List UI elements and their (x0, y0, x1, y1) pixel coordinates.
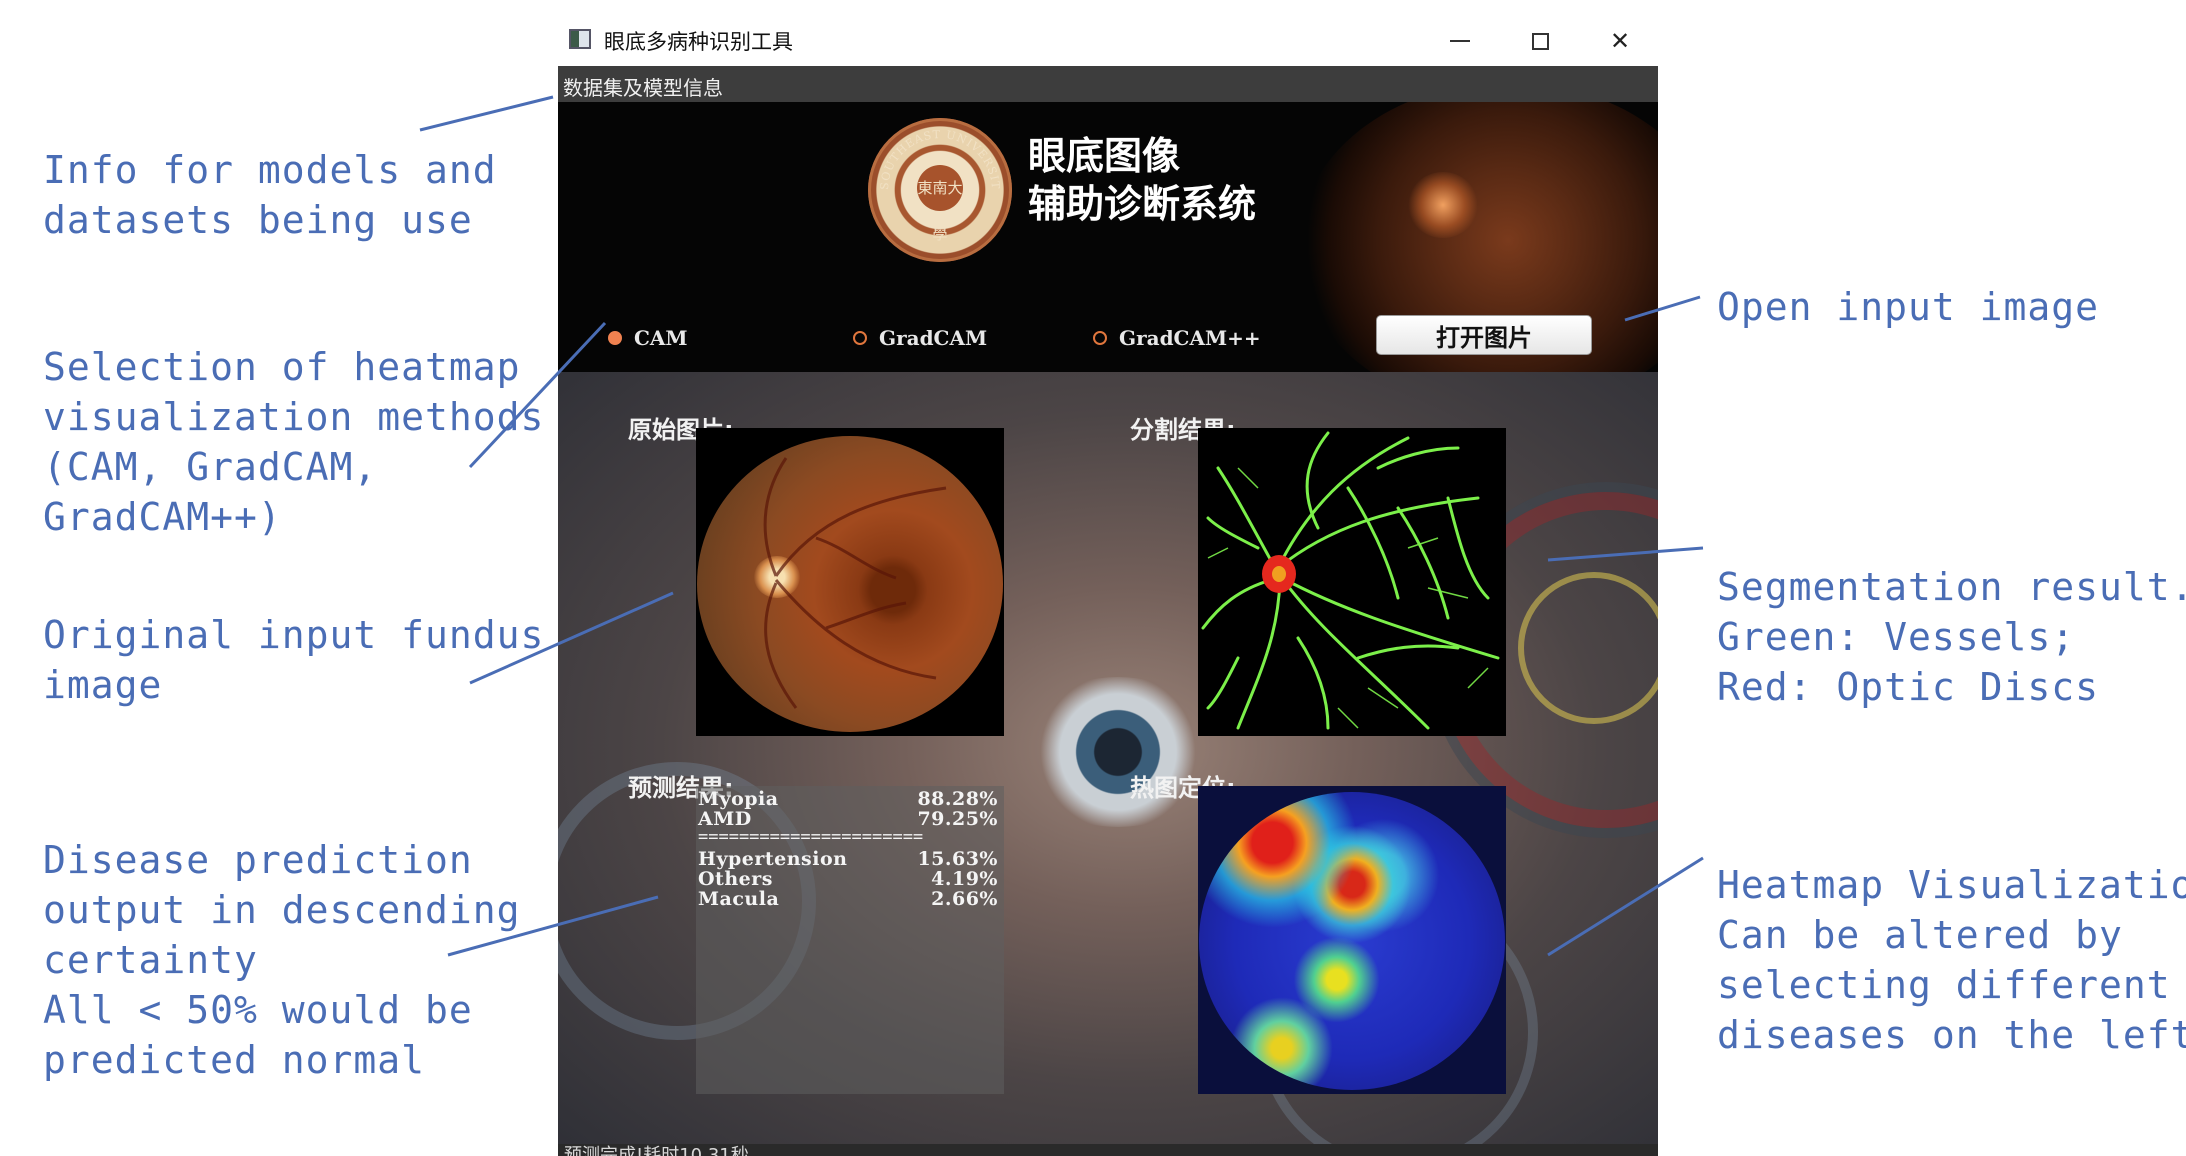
fundus-vessels (763, 457, 947, 709)
heatmap-overlay (1199, 792, 1505, 1090)
radio-gradcam[interactable]: GradCAM (853, 326, 987, 350)
annotation-predict: Disease prediction output in descending … (43, 838, 521, 1082)
university-logo: SOUTHEAST UNIVERSITY 東南大學 (868, 118, 1012, 262)
close-button[interactable]: ✕ (1580, 16, 1660, 66)
radio-gradcampp-label: GradCAM++ (1119, 326, 1261, 350)
radio-dot-icon (853, 331, 867, 345)
segmentation-vessels (1201, 431, 1500, 730)
status-bar: 预测完成!耗时10.31秒 (558, 1144, 1658, 1156)
app-title: 眼底图像 辅助诊断系统 (1028, 134, 1257, 226)
logo-center-text: 東南大學 (917, 165, 963, 243)
prediction-row: Myopia 88.28% (698, 788, 998, 810)
window-title: 眼底多病种识别工具 (604, 30, 793, 54)
radio-dot-icon (1093, 331, 1107, 345)
heatmap-image (1198, 786, 1506, 1094)
prediction-name: Others (698, 868, 773, 890)
original-fundus-image (696, 428, 1004, 736)
header-disc-decoration (1408, 172, 1478, 238)
annotation-heat: Heatmap Visualization: Can be altered by… (1717, 863, 2186, 1057)
main-content: 原始图片: 分割结果: 预测结果: 热图定位: Myopia 88.28% AM… (558, 372, 1658, 1156)
segmentation-image (1198, 428, 1506, 736)
annotation-original: Original input fundus image (43, 613, 545, 707)
radio-cam-label: CAM (634, 326, 688, 350)
app-window: 眼底多病种识别工具 ✕ 数据集及模型信息 SOUTHEAST UNIVERSIT… (558, 16, 1658, 1156)
optic-disc-center (1272, 566, 1286, 582)
prediction-name: Myopia (698, 788, 779, 810)
annotation-seg: Segmentation result. Green: Vessels; Red… (1717, 565, 2186, 709)
hud-ring-decoration (1518, 572, 1658, 724)
maximize-button[interactable] (1500, 16, 1580, 66)
annotation-methods: Selection of heatmap visualization metho… (43, 345, 545, 539)
radio-gradcampp[interactable]: GradCAM++ (1093, 326, 1261, 350)
status-text: 预测完成!耗时10.31秒 (564, 1145, 749, 1156)
annotation-open: Open input image (1717, 285, 2100, 329)
minimize-icon (1450, 40, 1470, 42)
radio-cam[interactable]: CAM (608, 326, 688, 350)
title-bar[interactable]: 眼底多病种识别工具 ✕ (558, 16, 1658, 66)
prediction-list: Myopia 88.28% AMD 79.25% ===============… (696, 786, 1004, 1094)
open-image-button[interactable]: 打开图片 (1376, 315, 1592, 355)
prediction-row: Hypertension 15.63% (698, 848, 998, 870)
maximize-icon (1531, 32, 1549, 50)
close-icon: ✕ (1609, 27, 1631, 55)
minimize-button[interactable] (1420, 16, 1500, 66)
prediction-value: 88.28% (917, 788, 998, 810)
menu-item-dataset-info[interactable]: 数据集及模型信息 (563, 72, 723, 101)
annotation-info: Info for models and datasets being use (43, 148, 497, 242)
radio-gradcam-label: GradCAM (879, 326, 988, 350)
prediction-row: Macula 2.66% (698, 888, 998, 910)
menu-bar: 数据集及模型信息 (558, 66, 1658, 102)
header-banner: SOUTHEAST UNIVERSITY 東南大學 眼底图像 辅助诊断系统 CA… (558, 102, 1658, 372)
prediction-name: Hypertension (698, 848, 848, 870)
prediction-value: 2.66% (931, 888, 998, 910)
prediction-value: 15.63% (917, 848, 998, 870)
radio-dot-icon (608, 331, 622, 345)
prediction-separator: ====================== (698, 827, 924, 847)
eye-decoration (1013, 677, 1223, 827)
prediction-row: Others 4.19% (698, 868, 998, 890)
prediction-value: 4.19% (931, 868, 998, 890)
arrow-info (419, 95, 554, 132)
prediction-name: Macula (698, 888, 780, 910)
app-icon (569, 29, 591, 49)
